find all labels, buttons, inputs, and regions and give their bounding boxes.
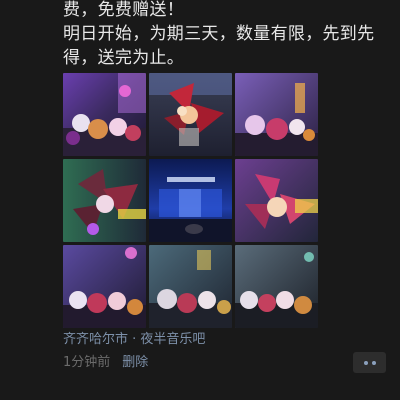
delete-button[interactable]: 删除	[122, 355, 148, 370]
photo-bouquet-pink-bow	[235, 159, 318, 242]
photo-bar-flowers-purple	[63, 73, 146, 156]
location-link[interactable]: 齐齐哈尔市 · 夜半音乐吧	[63, 331, 205, 349]
photo-thumbnail[interactable]	[63, 159, 146, 242]
post-text-line: 费，免费赠送！	[63, 0, 185, 20]
photo-thumbnail[interactable]	[63, 245, 146, 328]
photo-thumbnail[interactable]	[235, 159, 318, 242]
photo-bouquet-red-bow	[149, 73, 232, 156]
photo-grid	[63, 73, 319, 329]
photo-thumbnail[interactable]	[235, 245, 318, 328]
photo-thumbnail[interactable]	[149, 159, 232, 242]
photo-thumbnail[interactable]	[149, 73, 232, 156]
photo-thumbnail[interactable]	[63, 73, 146, 156]
more-dots-icon	[371, 360, 376, 365]
photo-thumbnail[interactable]	[149, 245, 232, 328]
photo-stage-blue	[149, 159, 232, 242]
photo-bouquet-green-light	[63, 159, 146, 242]
photo-bar-bouquets-violet	[63, 245, 146, 328]
photo-bar-bouquets-dim	[235, 245, 318, 328]
post-text-line: 明日开始，为期三天，数量有限，先到先	[63, 24, 375, 44]
photo-bar-bouquets-neon	[235, 73, 318, 156]
post-text-line: 得，送完为止。	[63, 48, 185, 68]
moments-post: 费，免费赠送！ 明日开始，为期三天，数量有限，先到先 得，送完为止。 齐齐哈尔市…	[0, 0, 400, 400]
post-time: 1分钟前	[63, 355, 111, 370]
photo-bar-bouquets-teal	[149, 245, 232, 328]
photo-thumbnail[interactable]	[235, 73, 318, 156]
post-meta: 1分钟前 删除	[63, 354, 148, 372]
more-button[interactable]	[353, 352, 386, 373]
more-dots-icon	[363, 360, 368, 365]
post-text: 费，免费赠送！ 明日开始，为期三天，数量有限，先到先 得，送完为止。	[63, 0, 393, 70]
